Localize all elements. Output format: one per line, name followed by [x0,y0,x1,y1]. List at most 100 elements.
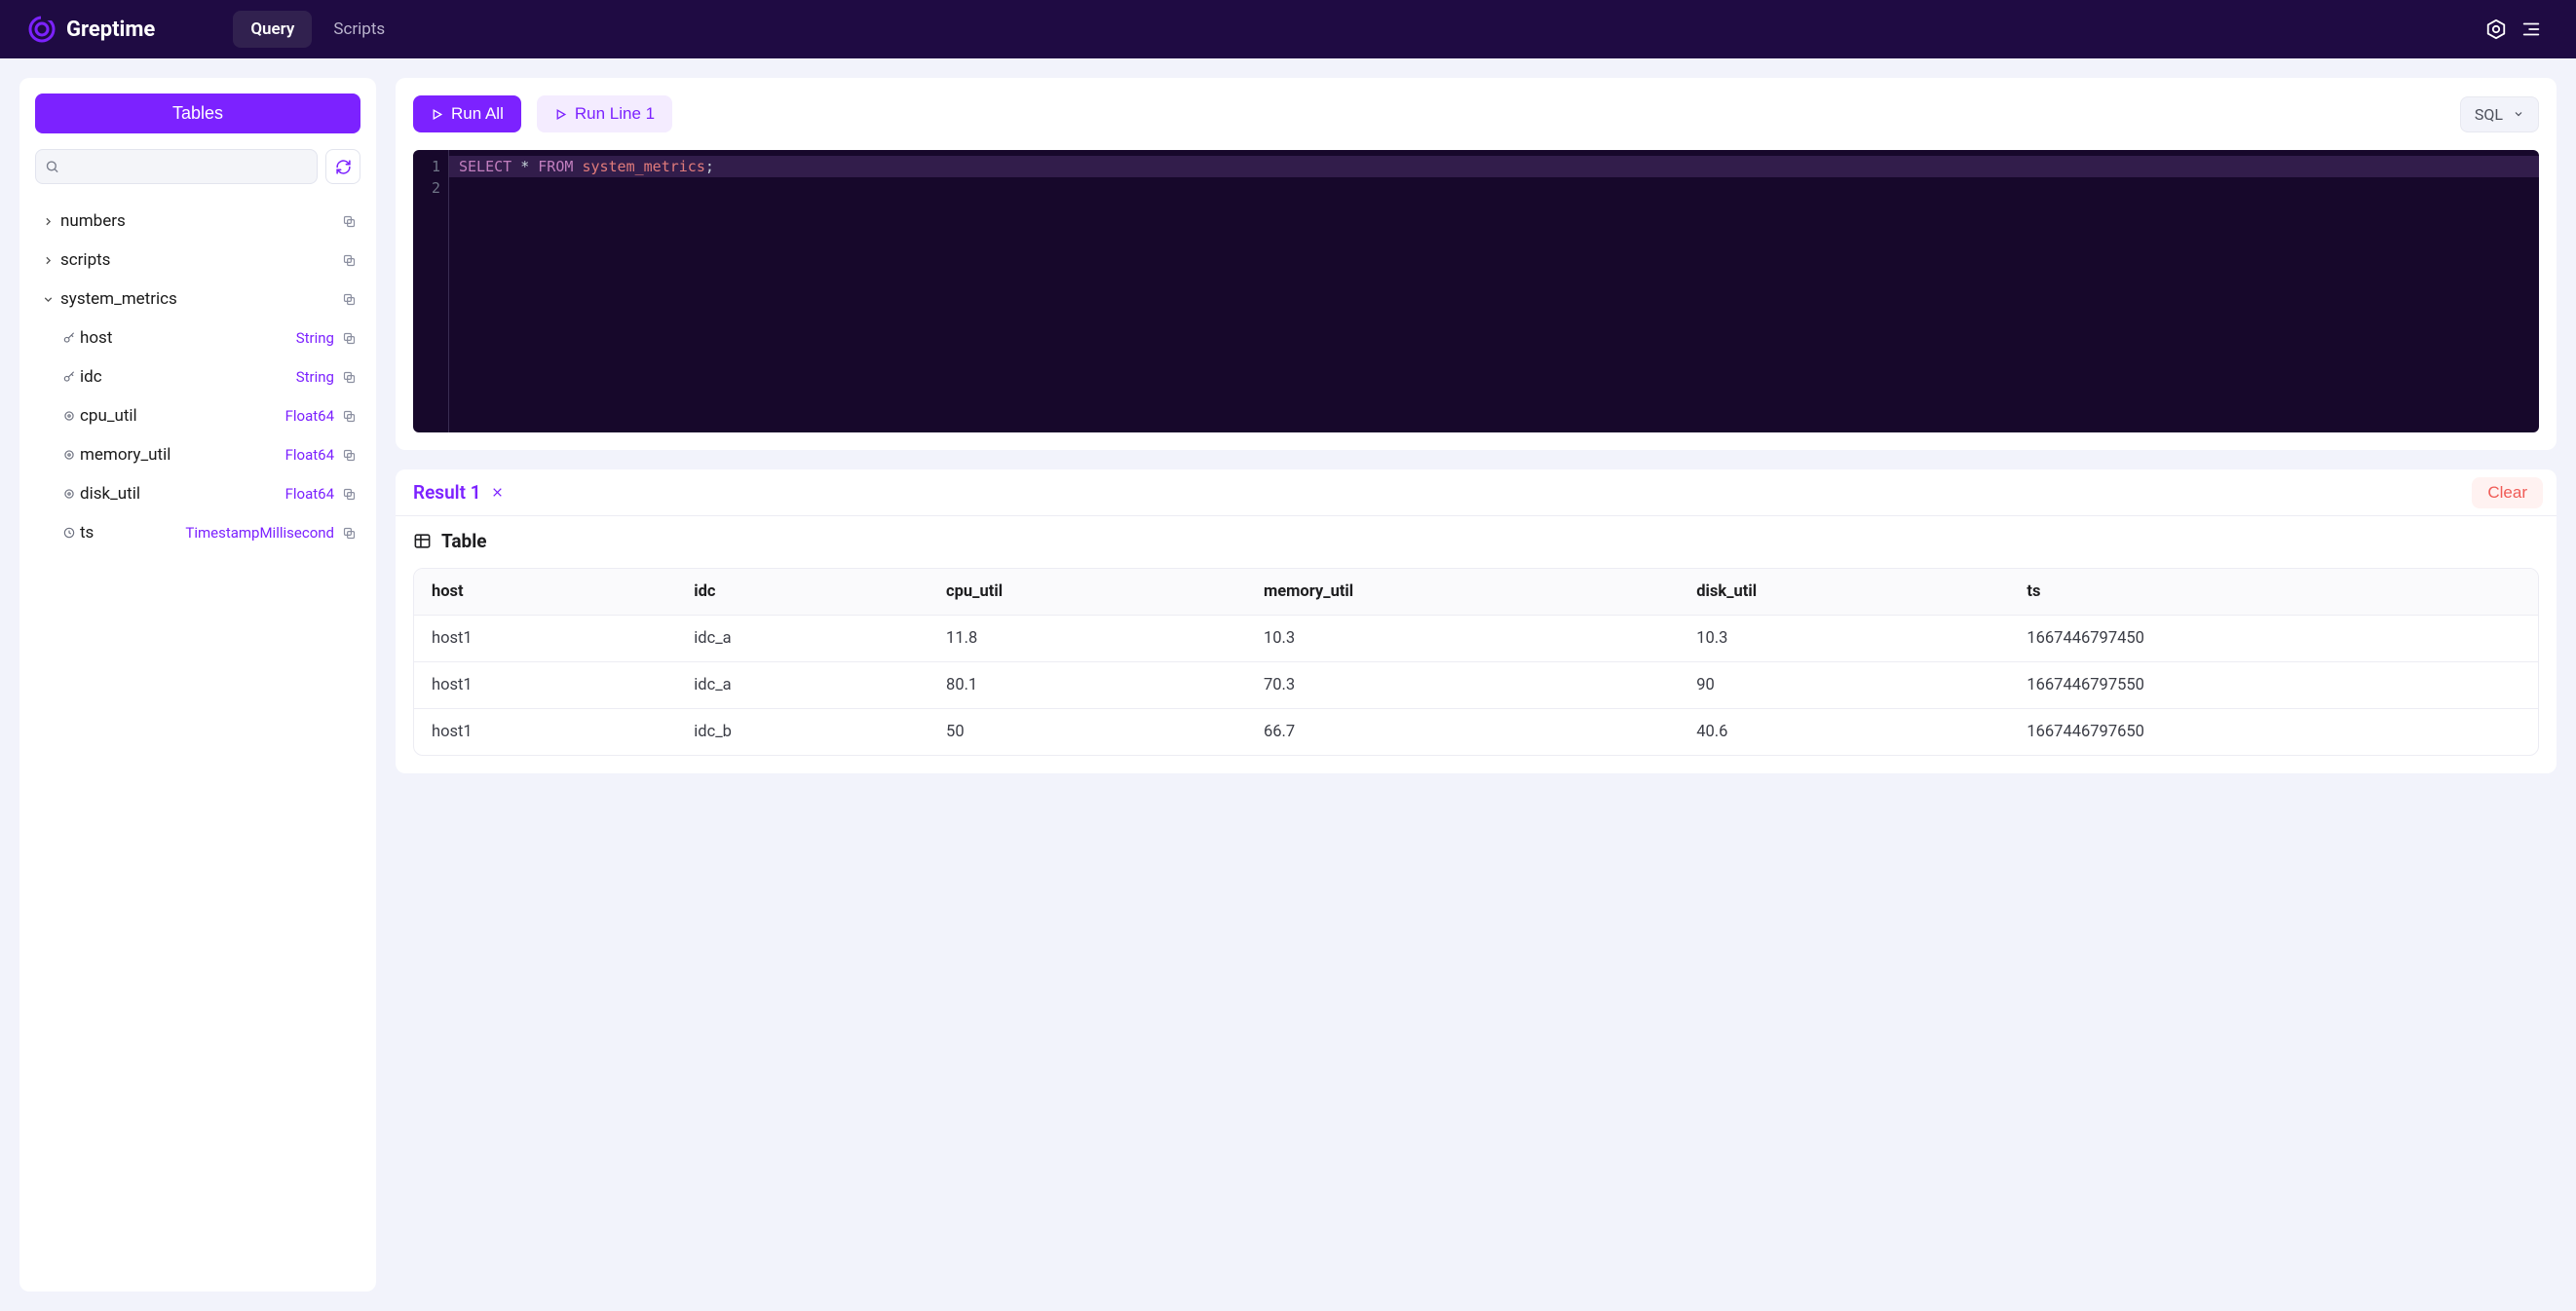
table-cell: 11.8 [928,616,1246,662]
nav-tab-query[interactable]: Query [233,11,312,48]
tables-button[interactable]: Tables [35,94,360,133]
table-cell: host1 [414,662,676,709]
column-header: ts [2009,569,2538,616]
code-editor[interactable]: 12 SELECT * FROM system_metrics; [413,150,2539,432]
table-cell: idc_a [676,662,928,709]
language-select[interactable]: SQL [2460,96,2539,132]
table-header-row: hostidccpu_utilmemory_utildisk_utilts [414,569,2538,616]
search-input[interactable] [35,149,318,184]
results-table: hostidccpu_utilmemory_utildisk_utilts ho… [414,569,2538,755]
table-cell: 40.6 [1679,709,2009,756]
column-name: host [80,328,296,348]
copy-icon[interactable] [342,526,357,541]
table-cell: 10.3 [1246,616,1679,662]
table-item-system_metrics[interactable]: system_metrics [35,280,360,318]
column-header: host [414,569,676,616]
chevron-right-icon [39,215,57,228]
table-icon [413,532,432,550]
run-all-button[interactable]: Run All [413,95,521,132]
column-header: idc [676,569,928,616]
copy-icon[interactable] [342,370,357,385]
column-name: disk_util [80,484,285,504]
chevron-down-icon [2513,108,2524,120]
code-line[interactable] [449,177,2539,199]
column-type-icon [58,409,80,423]
column-type: String [296,368,334,386]
column-type: TimestampMillisecond [185,524,334,542]
results-panel: Result 1 Clear Table hostidc [396,469,2557,773]
table-cell: 1667446797650 [2009,709,2538,756]
table-heading: Table [413,530,487,552]
copy-icon[interactable] [342,214,357,229]
column-name: cpu_util [80,406,285,426]
column-header: disk_util [1679,569,2009,616]
column-header: memory_util [1246,569,1679,616]
table-cell: 1667446797450 [2009,616,2538,662]
code-line[interactable]: SELECT * FROM system_metrics; [449,156,2539,177]
settings-icon[interactable] [2479,12,2514,47]
table-cell: idc_b [676,709,928,756]
column-header: cpu_util [928,569,1246,616]
table-cell: 70.3 [1246,662,1679,709]
column-type-icon [58,526,80,540]
close-icon[interactable] [491,486,504,499]
top-nav: Greptime Query Scripts [0,0,2576,58]
table-cell: 50 [928,709,1246,756]
logo: Greptime [27,15,155,44]
table-cell: 66.7 [1246,709,1679,756]
copy-icon[interactable] [342,331,357,346]
table-row: host1idc_a11.810.310.31667446797450 [414,616,2538,662]
logo-icon [27,15,57,44]
copy-icon[interactable] [342,292,357,307]
table-cell: 90 [1679,662,2009,709]
table-cell: idc_a [676,616,928,662]
column-type: String [296,329,334,347]
logo-text: Greptime [66,18,155,42]
table-item-numbers[interactable]: numbers [35,202,360,241]
table-cell: host1 [414,709,676,756]
column-type: Float64 [285,485,334,503]
table-cell: host1 [414,616,676,662]
copy-icon[interactable] [342,253,357,268]
result-tab-label: Result 1 [413,481,481,504]
column-item-idc[interactable]: idcString [35,357,360,396]
result-tab[interactable]: Result 1 [396,469,521,515]
sidebar: Tables numbersscriptssystem_metricshostS… [19,78,376,1292]
clear-button[interactable]: Clear [2472,477,2543,508]
column-type-icon [58,448,80,462]
column-type: Float64 [285,446,334,464]
refresh-button[interactable] [325,149,360,184]
menu-icon[interactable] [2514,12,2549,47]
editor-panel: Run All Run Line 1 SQL 12 SELECT * FROM … [396,78,2557,450]
run-line-button[interactable]: Run Line 1 [537,95,672,132]
column-name: ts [80,523,185,543]
chevron-down-icon [39,293,57,306]
column-item-disk_util[interactable]: disk_utilFloat64 [35,474,360,513]
table-name: system_metrics [60,289,342,309]
table-heading-label: Table [441,530,487,552]
table-name: scripts [60,250,342,270]
column-type-icon [58,370,80,384]
column-type: Float64 [285,407,334,425]
copy-icon[interactable] [342,409,357,424]
table-name: numbers [60,211,342,231]
nav-tabs: Query Scripts [233,11,402,48]
column-type-icon [58,487,80,501]
table-cell: 10.3 [1679,616,2009,662]
column-name: idc [80,367,296,387]
copy-icon[interactable] [342,487,357,502]
nav-tab-scripts[interactable]: Scripts [316,11,402,48]
tables-tree: numbersscriptssystem_metricshostStringid… [35,202,360,552]
column-item-memory_util[interactable]: memory_utilFloat64 [35,435,360,474]
column-item-cpu_util[interactable]: cpu_utilFloat64 [35,396,360,435]
copy-icon[interactable] [342,448,357,463]
search-icon [45,160,59,174]
language-label: SQL [2475,105,2503,124]
table-row: host1idc_b5066.740.61667446797650 [414,709,2538,756]
table-cell: 80.1 [928,662,1246,709]
table-item-scripts[interactable]: scripts [35,241,360,280]
chevron-right-icon [39,254,57,267]
table-cell: 1667446797550 [2009,662,2538,709]
column-item-host[interactable]: hostString [35,318,360,357]
column-item-ts[interactable]: tsTimestampMillisecond [35,513,360,552]
